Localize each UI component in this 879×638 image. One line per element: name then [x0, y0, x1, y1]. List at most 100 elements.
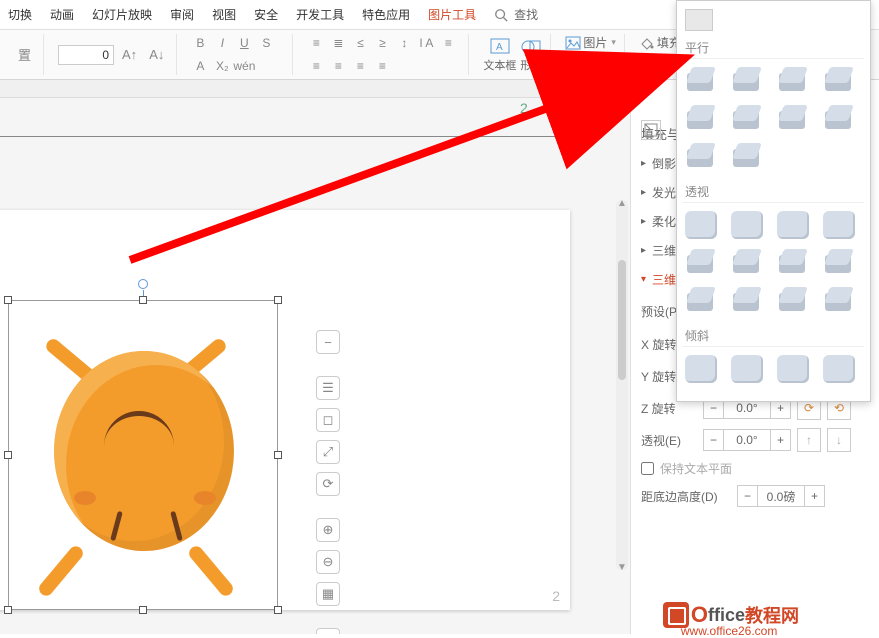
scroll-down-icon[interactable]: ▼ — [617, 562, 627, 572]
resize-handle-tl[interactable] — [4, 296, 12, 304]
persp-narrow-button[interactable]: ↑ — [797, 428, 821, 452]
duplicate-button[interactable]: ⧉ — [316, 628, 340, 634]
resize-handle-t[interactable] — [139, 296, 147, 304]
parallel-preset-8[interactable] — [823, 105, 855, 133]
resize-handle-r[interactable] — [274, 451, 282, 459]
panel-icon[interactable] — [641, 120, 661, 140]
crop-button[interactable]: ◻ — [316, 408, 340, 432]
persp-wide-button[interactable]: ↓ — [827, 428, 851, 452]
align-justify-icon[interactable]: ≡ — [351, 57, 369, 75]
rotate-button[interactable]: ⟳ — [316, 472, 340, 496]
scroll-up-icon[interactable]: ▲ — [617, 198, 627, 208]
bullets-icon[interactable]: ≡ — [307, 34, 325, 52]
selected-image[interactable] — [8, 300, 278, 610]
oblique-preset-4[interactable] — [823, 355, 855, 383]
perspective-preset-1[interactable] — [685, 211, 717, 239]
align-dist-icon[interactable]: ≡ — [373, 57, 391, 75]
textdir-icon[interactable]: I A — [417, 34, 435, 52]
tab-view[interactable]: 视图 — [210, 2, 238, 27]
persp-value[interactable]: 0.0° — [723, 429, 771, 451]
perspective-preset-12[interactable] — [823, 287, 855, 315]
tab-animation[interactable]: 动画 — [48, 2, 76, 27]
font-shrink-icon[interactable]: A↓ — [145, 45, 168, 64]
perspective-preset-2[interactable] — [731, 211, 763, 239]
search-box[interactable]: 查找 — [492, 0, 542, 31]
parallel-preset-9[interactable] — [685, 143, 717, 171]
resize-handle-br[interactable] — [274, 606, 282, 614]
scroll-thumb[interactable] — [618, 260, 626, 380]
oblique-preset-2[interactable] — [731, 355, 763, 383]
grid-button[interactable]: ▦ — [316, 582, 340, 606]
collapse-button[interactable]: − — [316, 330, 340, 354]
perspective-preset-5[interactable] — [685, 249, 717, 277]
z-rotation-label: Z 旋转 — [641, 400, 697, 417]
phonetic-icon[interactable]: wén — [235, 57, 253, 75]
resize-handle-bl[interactable] — [4, 606, 12, 614]
shape-button[interactable]: 形状 — [520, 37, 542, 73]
dist-value[interactable]: 0.0磅 — [757, 485, 805, 507]
zoom-out-button[interactable]: ⊖ — [316, 550, 340, 574]
svg-text:A: A — [496, 42, 503, 53]
perspective-preset-11[interactable] — [777, 287, 809, 315]
horizontal-ruler — [0, 80, 630, 98]
parallel-preset-3[interactable] — [777, 67, 809, 95]
parallel-preset-4[interactable] — [823, 67, 855, 95]
perspective-preset-4[interactable] — [823, 211, 855, 239]
textbox-button[interactable]: A 文本框 — [483, 37, 516, 73]
perspective-preset-8[interactable] — [823, 249, 855, 277]
picture-button[interactable]: 图片▾ — [565, 34, 616, 51]
underline-icon[interactable]: U — [235, 34, 253, 52]
resize-button[interactable]: ⤢ — [316, 440, 340, 464]
zoom-in-button[interactable]: ⊕ — [316, 518, 340, 542]
parallel-preset-1[interactable] — [685, 67, 717, 95]
rotate-handle[interactable] — [138, 279, 148, 289]
parallel-preset-2[interactable] — [731, 67, 763, 95]
tab-security[interactable]: 安全 — [252, 2, 280, 27]
perspective-preset-9[interactable] — [685, 287, 717, 315]
resize-handle-tr[interactable] — [274, 296, 282, 304]
keep-text-flat-input[interactable] — [641, 462, 654, 475]
tab-special[interactable]: 特色应用 — [360, 2, 412, 27]
align-right-icon[interactable]: ≡ — [329, 57, 347, 75]
tab-switch[interactable]: 切换 — [6, 2, 34, 27]
vertical-scrollbar[interactable]: ▲ ▼ — [616, 200, 628, 570]
oblique-preset-3[interactable] — [777, 355, 809, 383]
align-center-icon[interactable]: ≡ — [307, 57, 325, 75]
layers-button[interactable]: ☰ — [316, 376, 340, 400]
strike-icon[interactable]: S — [257, 34, 275, 52]
preset-none[interactable] — [685, 9, 713, 31]
tab-picture-tools[interactable]: 图片工具 — [426, 2, 478, 27]
parallel-preset-7[interactable] — [777, 105, 809, 133]
fontcolor-icon[interactable]: A — [191, 57, 209, 75]
persp-inc-button[interactable]: + — [771, 429, 791, 451]
perspective-preset-6[interactable] — [731, 249, 763, 277]
perspective-preset-10[interactable] — [731, 287, 763, 315]
arrange-button[interactable]: 排列▾ — [565, 55, 616, 72]
align-left-icon[interactable]: ≡ — [439, 34, 457, 52]
tab-slideshow[interactable]: 幻灯片放映 — [90, 2, 154, 27]
parallel-preset-5[interactable] — [685, 105, 717, 133]
linespace-icon[interactable]: ↕ — [395, 34, 413, 52]
font-grow-icon[interactable]: A↑ — [118, 45, 141, 64]
indent-inc-icon[interactable]: ≥ — [373, 34, 391, 52]
highlight-icon[interactable]: X₂ — [213, 57, 231, 75]
italic-icon[interactable]: I — [213, 34, 231, 52]
parallel-preset-6[interactable] — [731, 105, 763, 133]
resize-handle-l[interactable] — [4, 451, 12, 459]
bold-icon[interactable]: B — [191, 34, 209, 52]
tab-review[interactable]: 审阅 — [168, 2, 196, 27]
resize-handle-b[interactable] — [139, 606, 147, 614]
dist-dec-button[interactable]: − — [737, 485, 757, 507]
reset-button[interactable]: 置 — [14, 43, 35, 66]
dist-inc-button[interactable]: + — [805, 485, 825, 507]
numbering-icon[interactable]: ≣ — [329, 34, 347, 52]
indent-dec-icon[interactable]: ≤ — [351, 34, 369, 52]
tab-dev[interactable]: 开发工具 — [294, 2, 346, 27]
oblique-preset-1[interactable] — [685, 355, 717, 383]
persp-dec-button[interactable]: − — [703, 429, 723, 451]
parallel-preset-10[interactable] — [731, 143, 763, 171]
perspective-preset-3[interactable] — [777, 211, 809, 239]
perspective-preset-7[interactable] — [777, 249, 809, 277]
keep-text-flat-checkbox[interactable]: 保持文本平面 — [637, 456, 873, 481]
font-size-input[interactable]: 0 — [58, 45, 114, 65]
